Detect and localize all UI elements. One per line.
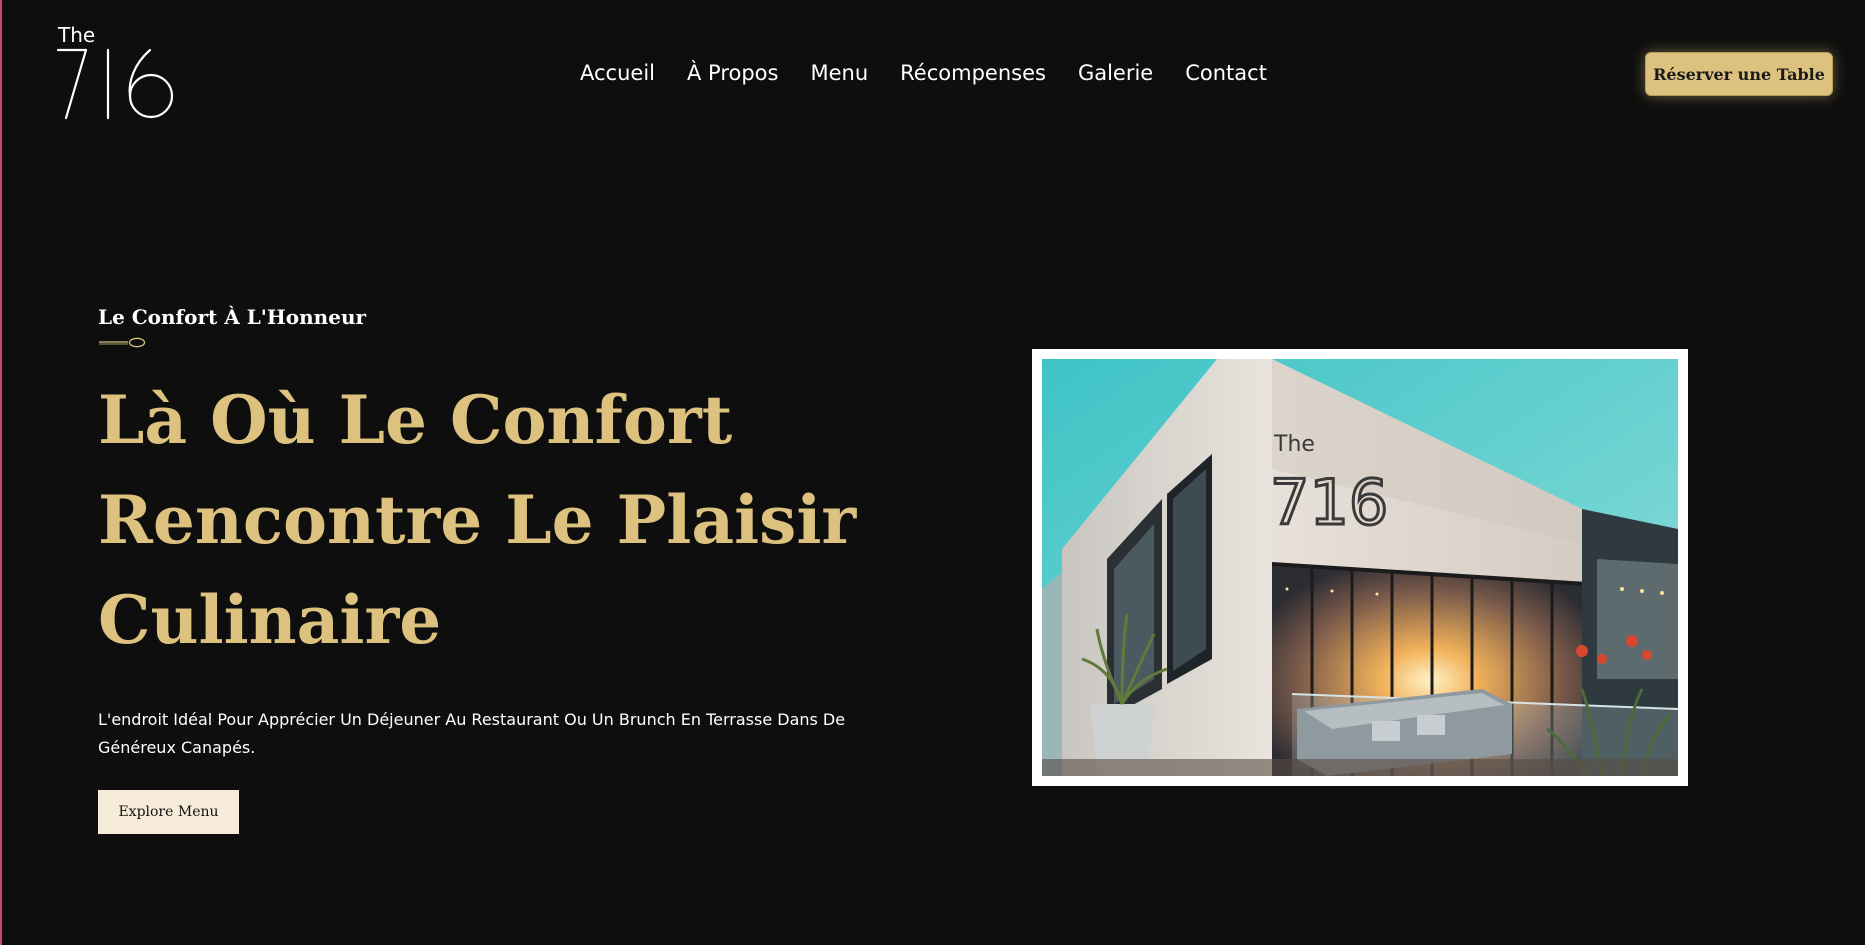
main-nav: Accueil À Propos Menu Récompenses Galeri… [580,58,1299,88]
hero-eyebrow: Le Confort À L'Honneur [98,305,367,329]
headline-line-2: Rencontre Le Plaisir [98,481,857,559]
navbar: The Accueil À Propos Menu Récompenses Ga… [0,0,1865,150]
photo-sign-top: The [1273,432,1315,457]
reserve-table-button[interactable]: Réserver une Table [1645,52,1833,96]
photo-sign-main: 716 [1270,466,1388,539]
nav-item-menu[interactable]: Menu [810,58,868,88]
nav-item-contact[interactable]: Contact [1185,58,1267,88]
spoon-icon [99,337,146,348]
hero-description: L'endroit Idéal Pour Apprécier Un Déjeun… [98,710,846,757]
nav-item-accueil[interactable]: Accueil [580,58,655,88]
restaurant-exterior-photo: The 716 [1042,359,1678,776]
nav-item-a-propos[interactable]: À Propos [687,58,778,88]
nav-item-recompenses[interactable]: Récompenses [900,58,1046,88]
headline-line-3: Culinaire [98,581,442,659]
hero-content: Le Confort À L'Honneur Là Où Le Confort … [98,300,898,834]
hero-headline: Là Où Le Confort Rencontre Le Plaisir Cu… [98,370,898,670]
restaurant-photo-frame: The 716 [1032,349,1688,786]
logo-text-top: The [57,24,95,47]
nav-item-galerie[interactable]: Galerie [1078,58,1153,88]
headline-line-1: Là Où Le Confort [98,381,733,459]
explore-menu-button[interactable]: Explore Menu [98,790,239,834]
brand-logo[interactable]: The [52,24,176,120]
